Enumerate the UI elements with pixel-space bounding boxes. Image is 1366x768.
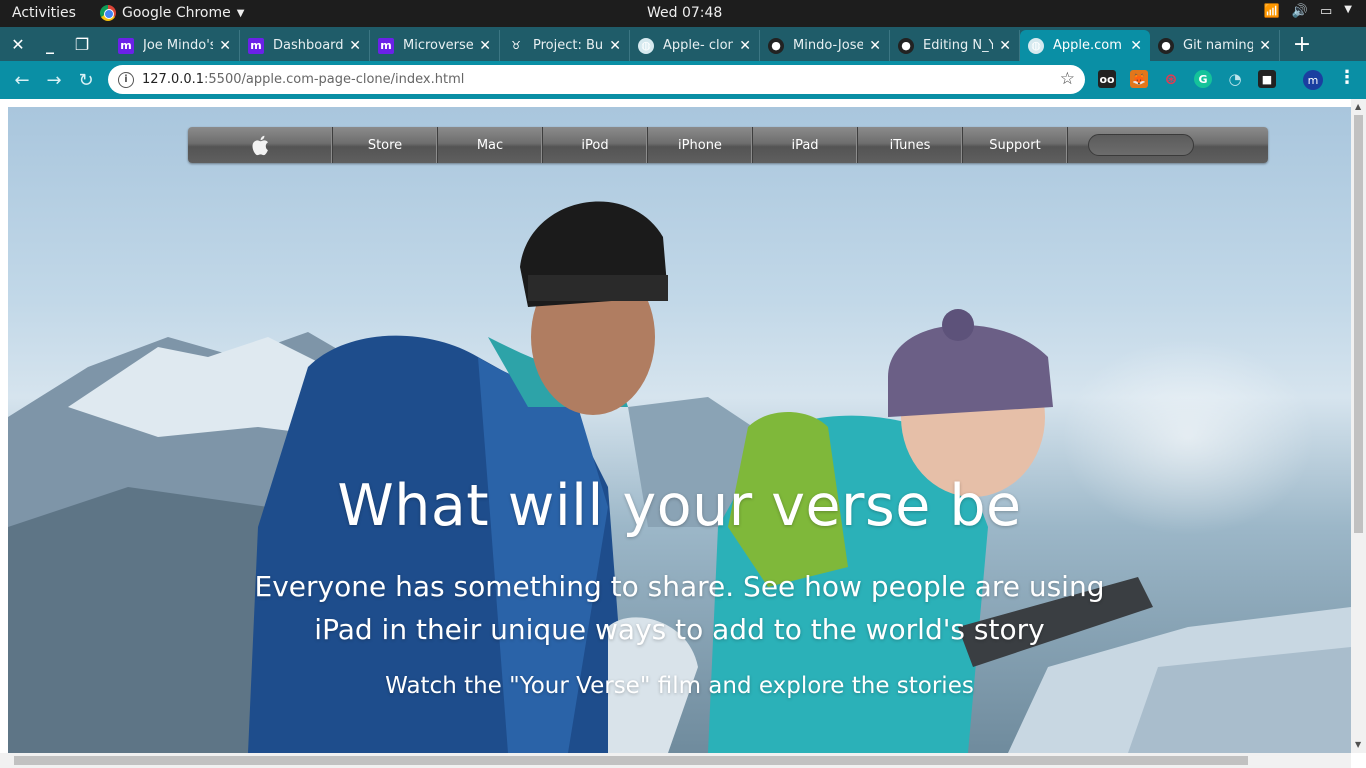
- nav-item-mac[interactable]: Mac: [438, 127, 543, 163]
- tab[interactable]: m Joe Mindo's ✕: [110, 30, 240, 61]
- globe-icon: ◍: [1028, 37, 1044, 54]
- wifi-icon[interactable]: 📶: [1264, 4, 1280, 19]
- nav-item-iphone[interactable]: iPhone: [648, 127, 753, 163]
- extension-icon[interactable]: ⊛: [1162, 70, 1180, 88]
- nav-item-apple-logo[interactable]: [188, 127, 333, 163]
- address-bar[interactable]: i 127.0.0.1:5500/apple.com-page-clone/in…: [108, 65, 1085, 94]
- battery-icon[interactable]: ▭: [1320, 4, 1332, 19]
- tab-title: Dashboard: [273, 38, 344, 53]
- close-icon[interactable]: ✕: [999, 38, 1011, 54]
- tab[interactable]: ● Mindo-Jose ✕: [760, 30, 890, 61]
- url-path: :5500/apple.com-page-clone/index.html: [204, 72, 465, 87]
- close-icon[interactable]: ✕: [479, 38, 491, 54]
- tab-title: Project: Buil: [533, 38, 604, 53]
- scroll-thumb[interactable]: [1354, 115, 1363, 533]
- close-icon[interactable]: ✕: [739, 38, 751, 54]
- new-tab-button[interactable]: +: [1290, 31, 1314, 57]
- github-icon: ●: [768, 37, 784, 54]
- system-tray[interactable]: 📶 🔊 ▭ ▼: [1264, 4, 1352, 19]
- nav-item-ipad[interactable]: iPad: [753, 127, 858, 163]
- chevron-down-icon[interactable]: ▼: [1344, 4, 1352, 19]
- minimize-window-icon[interactable]: _: [34, 27, 66, 61]
- nav-item-ipod[interactable]: iPod: [543, 127, 648, 163]
- tab-title: Mindo-Jose: [793, 38, 864, 53]
- reload-icon[interactable]: ↻: [75, 69, 97, 91]
- restore-window-icon[interactable]: ❐: [66, 27, 98, 61]
- site-info-icon[interactable]: i: [118, 71, 134, 88]
- tab-title: Git naming: [1183, 38, 1254, 53]
- hiker-woman-image: [708, 309, 1153, 753]
- apple-nav-bar: Store Mac iPod iPhone iPad iTunes Suppor…: [188, 127, 1268, 163]
- tab-title: Editing N_Y_: [923, 38, 994, 53]
- scroll-up-icon[interactable]: ▲: [1355, 102, 1361, 111]
- close-icon[interactable]: ✕: [869, 38, 881, 54]
- page-viewport: Store Mac iPod iPhone iPad iTunes Suppor…: [0, 99, 1366, 768]
- nav-item-store[interactable]: Store: [333, 127, 438, 163]
- hero-headline: What will your verse be: [337, 473, 1022, 539]
- profile-avatar[interactable]: m: [1303, 70, 1323, 90]
- extension-icon[interactable]: ◔: [1226, 70, 1244, 88]
- system-top-bar: Activities Google Chrome ▼ Wed 07:48 📶 🔊…: [0, 0, 1366, 27]
- tab[interactable]: ● Git naming ✕: [1150, 30, 1280, 61]
- tab[interactable]: m Microverse ✕: [370, 30, 500, 61]
- close-icon[interactable]: ✕: [349, 38, 361, 54]
- tab[interactable]: ● Editing N_Y_ ✕: [890, 30, 1020, 61]
- grammarly-icon[interactable]: G: [1194, 70, 1212, 88]
- tab[interactable]: m Dashboard ✕: [240, 30, 370, 61]
- chrome-icon: [100, 5, 116, 21]
- tab-title: Joe Mindo's: [143, 38, 214, 53]
- tab-title: Microverse: [403, 38, 474, 53]
- cube-extension-icon[interactable]: ■: [1258, 70, 1276, 88]
- tab-title: Apple- clon: [663, 38, 734, 53]
- hero-cta-link[interactable]: Watch the "Your Verse" film and explore …: [8, 673, 1351, 699]
- forward-icon[interactable]: →: [43, 69, 65, 91]
- github-icon: ●: [1158, 37, 1174, 54]
- extension-icon[interactable]: oo: [1098, 70, 1116, 88]
- apple-logo-icon: [252, 135, 268, 155]
- tab[interactable]: ◍ Apple- clon ✕: [630, 30, 760, 61]
- nav-search-container: [1068, 127, 1268, 163]
- volume-icon[interactable]: 🔊: [1292, 4, 1308, 19]
- hero-section: Store Mac iPod iPhone iPad iTunes Suppor…: [8, 107, 1351, 753]
- close-icon[interactable]: ✕: [1259, 38, 1271, 54]
- app-menu[interactable]: Google Chrome ▼: [100, 5, 244, 21]
- close-icon[interactable]: ✕: [219, 38, 231, 54]
- horizontal-scrollbar[interactable]: [0, 753, 1351, 768]
- chevron-down-icon: ▼: [236, 7, 245, 19]
- metamask-icon[interactable]: 🦊: [1130, 70, 1148, 88]
- menu-icon[interactable]: ⋮: [1338, 67, 1356, 88]
- microverse-icon: m: [118, 37, 134, 54]
- scroll-down-icon[interactable]: ▼: [1355, 740, 1361, 749]
- hero-subheadline: Everyone has something to share. See how…: [254, 570, 1105, 646]
- tab-title: Apple.com: [1053, 38, 1122, 53]
- close-window-icon[interactable]: ✕: [2, 27, 34, 61]
- scroll-thumb[interactable]: [14, 756, 1248, 765]
- app-menu-label: Google Chrome: [122, 5, 231, 21]
- microverse-icon: m: [378, 37, 394, 54]
- bookmark-star-icon[interactable]: ☆: [1060, 69, 1075, 89]
- tab-strip: ✕ _ ❐ m Joe Mindo's ✕ m Dashboard ✕ m Mi…: [0, 27, 1366, 61]
- tab[interactable]: ♉ Project: Buil ✕: [500, 30, 630, 61]
- url-host: 127.0.0.1: [142, 72, 205, 87]
- globe-icon: ◍: [638, 37, 654, 54]
- close-icon[interactable]: ✕: [1130, 38, 1142, 54]
- search-input[interactable]: [1088, 134, 1194, 156]
- back-icon[interactable]: ←: [11, 69, 33, 91]
- github-icon: ●: [898, 37, 914, 54]
- bot-icon: ♉: [511, 39, 521, 52]
- clock[interactable]: Wed 07:48: [647, 5, 722, 21]
- vertical-scrollbar[interactable]: ▲ ▼: [1351, 99, 1366, 753]
- nav-item-support[interactable]: Support: [963, 127, 1068, 163]
- microverse-icon: m: [248, 37, 264, 54]
- nav-item-itunes[interactable]: iTunes: [858, 127, 963, 163]
- tab-active[interactable]: ◍ Apple.com ✕: [1020, 30, 1150, 61]
- activities-button[interactable]: Activities: [12, 5, 76, 21]
- close-icon[interactable]: ✕: [609, 38, 621, 54]
- browser-toolbar: ← → ↻ i 127.0.0.1:5500/apple.com-page-cl…: [0, 61, 1366, 99]
